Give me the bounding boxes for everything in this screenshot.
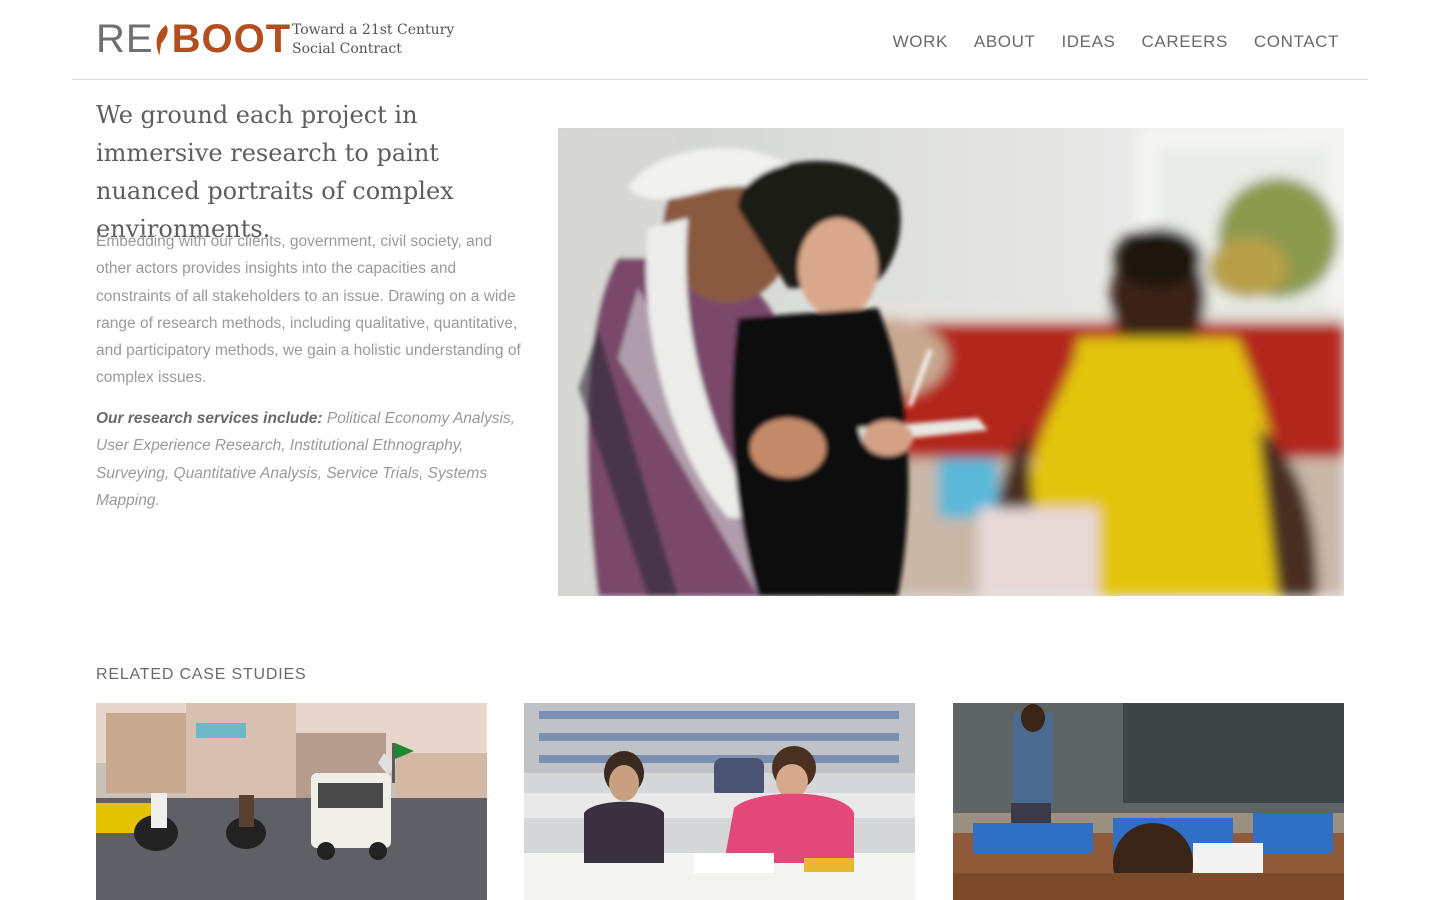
related-case-studies-title: RELATED CASE STUDIES	[96, 666, 307, 683]
nav-work[interactable]: WORK	[893, 32, 948, 52]
hero-photo-image	[558, 128, 1344, 596]
nav-about[interactable]: ABOUT	[974, 32, 1036, 52]
case-study-card-3[interactable]	[953, 703, 1344, 900]
case-study-card-2[interactable]	[524, 703, 915, 900]
reboot-logo[interactable]: RE BOOT	[96, 17, 292, 62]
services-label: Our research services include:	[96, 410, 323, 427]
tagline-line-1: Toward a 21st Century	[292, 22, 455, 38]
hero-photo	[558, 128, 1344, 596]
main-nav: WORK ABOUT IDEAS CAREERS CONTACT	[893, 32, 1339, 52]
logo-boot-text: BOOT	[171, 17, 292, 62]
logo-leaf-icon	[156, 24, 168, 57]
body-paragraph: Embedding with our clients, government, …	[96, 233, 521, 387]
nav-careers[interactable]: CAREERS	[1142, 32, 1228, 52]
case-study-photo-classroom	[953, 703, 1344, 900]
services-paragraph: Our research services include: Political…	[96, 405, 526, 514]
tagline: Toward a 21st Century Social Contract	[292, 21, 454, 59]
lead-heading: We ground each project in immersive rese…	[96, 101, 454, 243]
nav-ideas[interactable]: IDEAS	[1061, 32, 1115, 52]
site-header: RE BOOT Toward a 21st Century Social Con…	[72, 0, 1368, 80]
case-study-photo-street	[96, 703, 487, 900]
case-study-card-1[interactable]	[96, 703, 487, 900]
logo-re-text: RE	[96, 17, 154, 62]
case-study-photo-office	[524, 703, 915, 900]
nav-contact[interactable]: CONTACT	[1254, 32, 1339, 52]
tagline-line-2: Social Contract	[292, 41, 402, 57]
